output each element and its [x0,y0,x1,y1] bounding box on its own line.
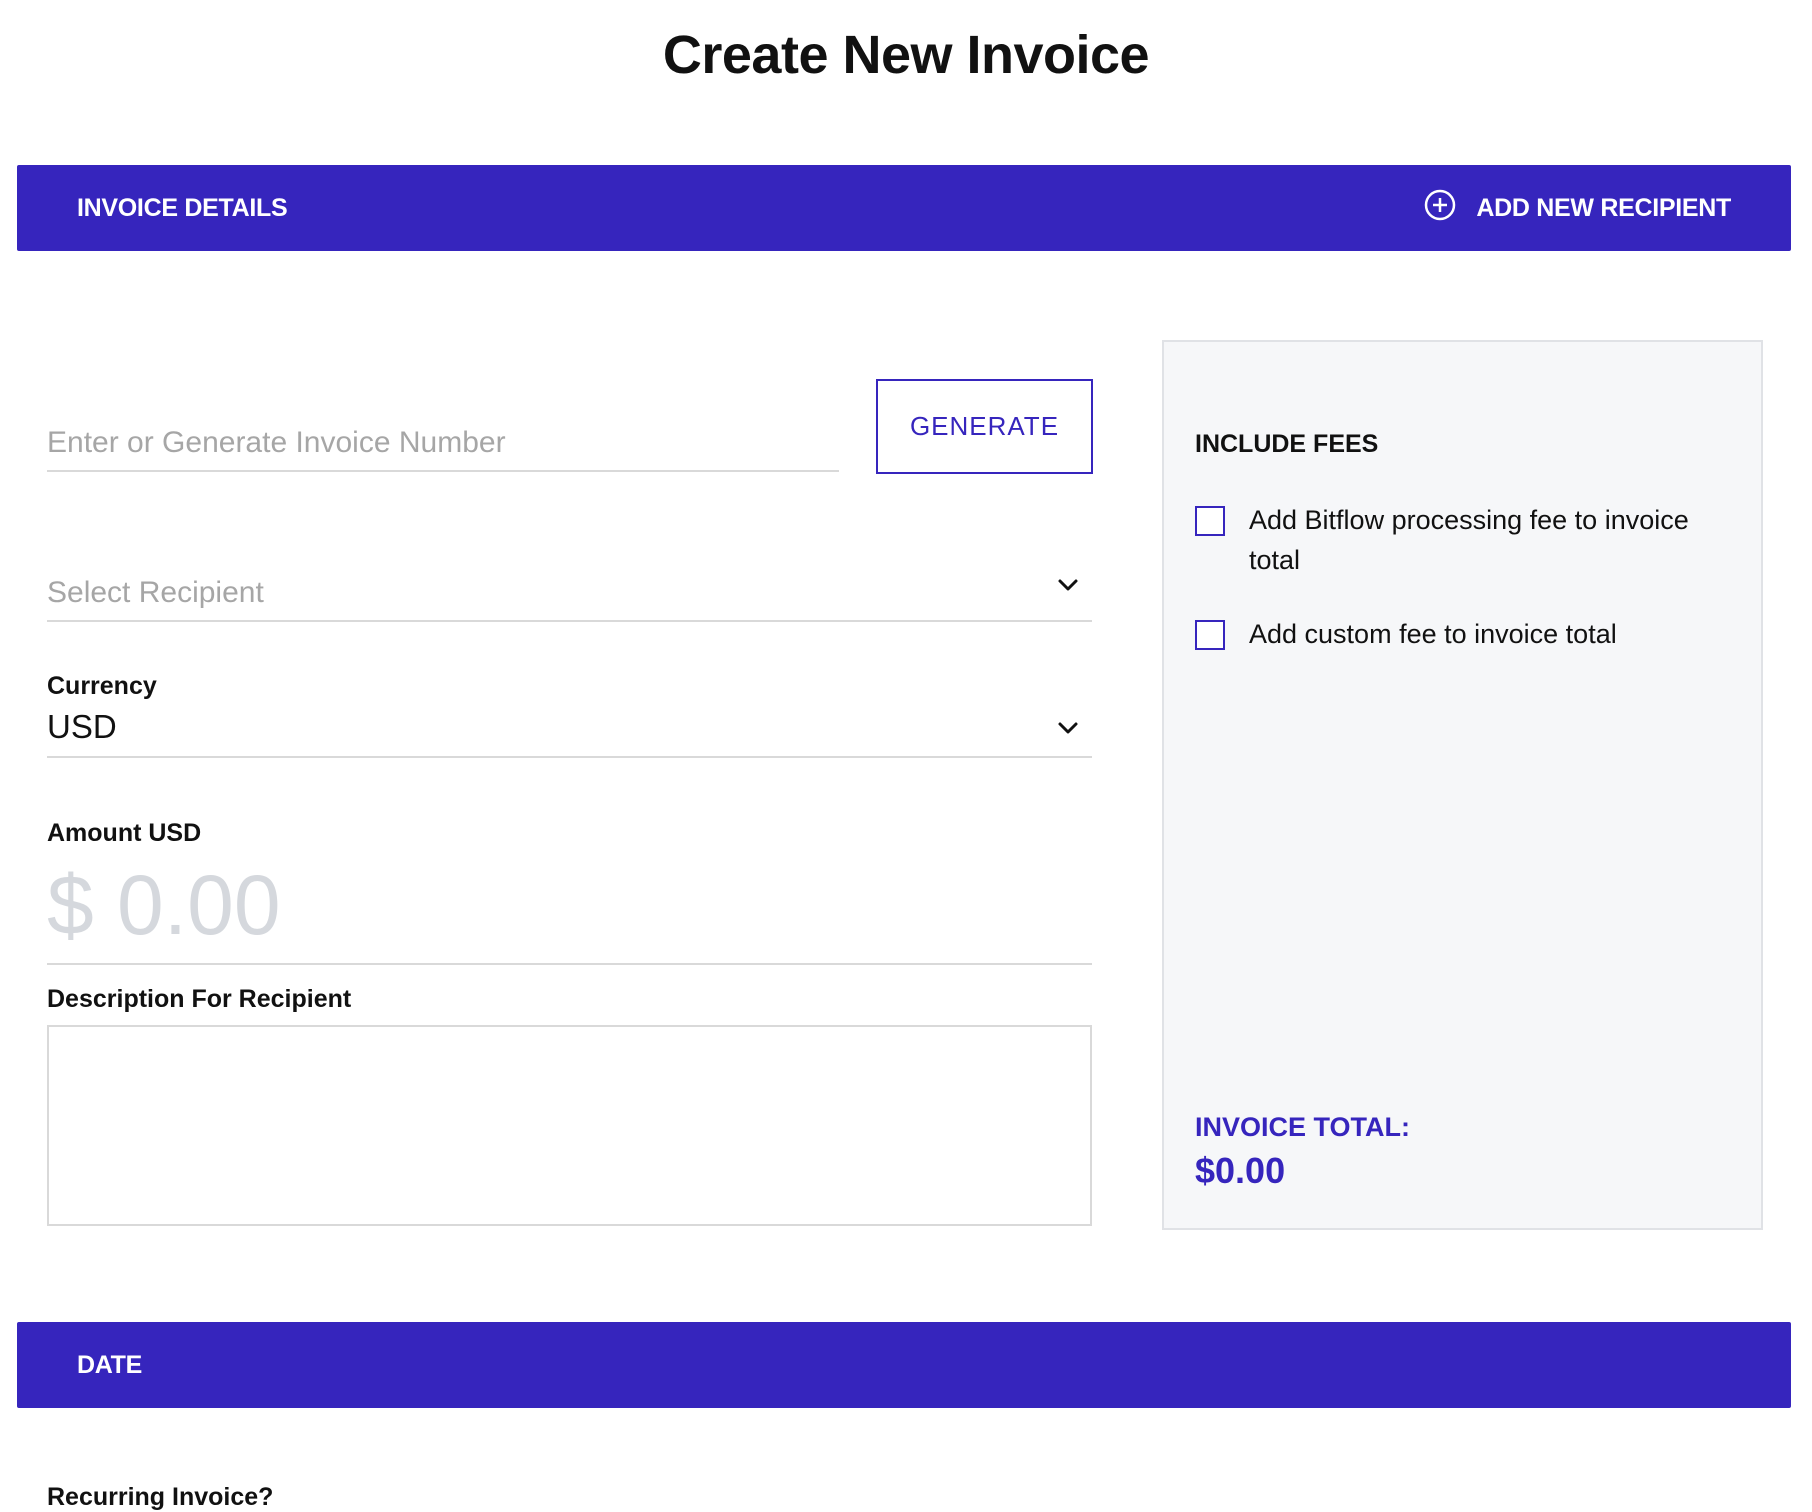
custom-fee-label: Add custom fee to invoice total [1249,619,1617,649]
processing-fee-checkbox[interactable] [1195,506,1225,536]
date-title: DATE [77,1350,142,1379]
description-label: Description For Recipient [47,985,352,1013]
processing-fee-option[interactable]: Add Bitflow processing fee to invoice to… [1195,504,1715,580]
plus-circle-icon [1424,189,1456,228]
recipient-select-value: Select Recipient [47,576,264,609]
amount-input[interactable]: $ 0.00 [47,855,1092,965]
include-fees-title: INCLUDE FEES [1195,430,1379,458]
add-new-recipient-button[interactable]: ADD NEW RECIPIENT [1424,189,1731,228]
invoice-details-title: INVOICE DETAILS [77,193,288,222]
date-header: DATE [17,1322,1791,1408]
description-textarea[interactable] [47,1025,1092,1226]
add-new-recipient-label: ADD NEW RECIPIENT [1476,193,1731,222]
custom-fee-checkbox[interactable] [1195,620,1225,650]
invoice-total-label: INVOICE TOTAL: [1195,1112,1410,1142]
currency-select-value: USD [47,708,117,745]
chevron-down-icon [1058,722,1078,734]
fees-panel: INCLUDE FEES Add Bitflow processing fee … [1162,340,1763,1230]
invoice-total-value: $0.00 [1195,1150,1286,1191]
chevron-down-icon [1058,579,1078,591]
invoice-number-input[interactable] [47,418,839,468]
recurring-invoice-label: Recurring Invoice? [47,1483,274,1511]
processing-fee-label: Add Bitflow processing fee to invoice to… [1249,505,1689,575]
amount-label: Amount USD [47,819,202,847]
currency-select[interactable]: USD [47,708,1092,758]
generate-button[interactable]: GENERATE [876,379,1093,474]
currency-label: Currency [47,672,157,700]
recipient-select[interactable]: Select Recipient [47,560,1092,622]
page-title: Create New Invoice [662,25,1150,85]
invoice-details-header: INVOICE DETAILS ADD NEW RECIPIENT [17,165,1791,251]
custom-fee-option[interactable]: Add custom fee to invoice total [1195,618,1715,654]
invoice-number-field [47,418,839,472]
